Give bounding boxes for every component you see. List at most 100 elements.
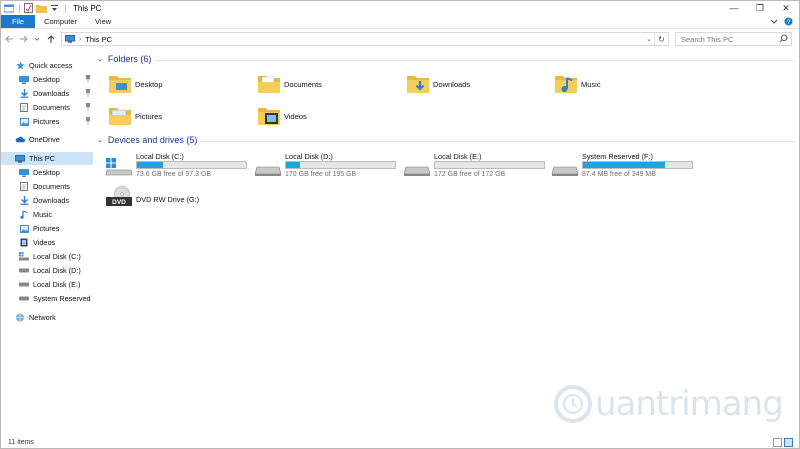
nav-pc-desktop[interactable]: Desktop [1,166,93,179]
pin-icon[interactable] [85,117,91,125]
collapse-chevron-icon[interactable]: ⌄ [97,55,103,63]
folder-music[interactable]: Music [554,70,694,98]
back-arrow-icon[interactable] [3,32,15,46]
drive-local-disk-e[interactable]: Local Disk (E:) 172 GB free of 172 GB [403,152,548,182]
folder-label: Videos [284,111,307,121]
new-folder-icon[interactable] [36,3,47,14]
drive-usage-bar [434,161,545,169]
folder-pictures[interactable]: Pictures [108,102,248,130]
drive-local-disk-d[interactable]: Local Disk (D:) 170 GB free of 195 GB [254,152,399,182]
tab-view[interactable]: View [86,15,120,28]
downloads-icon [19,196,29,205]
nav-pc-pictures[interactable]: Pictures [1,222,93,235]
folder-videos[interactable]: Videos [257,102,397,130]
hard-drive-icon [254,166,282,176]
nav-pc-local-disk-c[interactable]: Local Disk (C:) [1,250,93,263]
drive-name: System Reserved (F:) [582,152,653,161]
drive-system-reserved-f[interactable]: System Reserved (F:) 87.4 MB free of 349… [551,152,696,182]
address-dropdown-chevron-icon[interactable]: ⌄ [646,33,652,45]
nav-quick-access[interactable]: Quick access [1,59,93,72]
properties-icon[interactable] [23,3,34,14]
nav-label: Downloads [33,89,70,98]
search-input[interactable] [676,33,776,45]
nav-label: OneDrive [29,135,60,144]
maximize-button[interactable]: ❐ [747,1,773,15]
nav-quick-documents[interactable]: Documents [1,101,93,114]
folder-documents[interactable]: Documents [257,70,397,98]
watermark-clock-icon [554,385,592,423]
help-icon[interactable]: ? [784,17,793,28]
svg-text:?: ? [787,19,791,26]
pin-icon[interactable] [85,89,91,97]
network-icon [15,313,25,322]
svg-text:DVD: DVD [112,199,126,206]
close-button[interactable]: ✕ [773,1,799,15]
section-divider [199,141,795,142]
nav-label: Downloads [33,196,70,205]
expand-ribbon-chevron-down-icon[interactable] [770,18,778,27]
nav-quick-desktop[interactable]: Desktop [1,73,93,86]
nav-label: Pictures [33,117,60,126]
window-app-icon [3,3,14,14]
ribbon-right-controls: ? [770,15,793,29]
drives-section-header[interactable]: ⌄ Devices and drives (5) [97,135,795,145]
desktop-icon [19,168,29,177]
drive-usage-bar [582,161,693,169]
pin-icon[interactable] [85,75,91,83]
hard-drive-icon [19,280,29,289]
nav-pc-local-disk-e[interactable]: Local Disk (E:) [1,278,93,291]
file-explorer-window: This PC — ❐ ✕ File Computer View ? › Thi… [0,0,800,449]
this-pc-icon [65,35,75,43]
star-icon [15,61,25,70]
nav-this-pc[interactable]: This PC [1,152,93,165]
search-box[interactable] [675,32,792,46]
nav-pc-local-disk-d[interactable]: Local Disk (D:) [1,264,93,277]
drive-usage-bar [285,161,396,169]
breadcrumb-this-pc[interactable]: This PC [85,35,112,44]
folders-section-header[interactable]: ⌄ Folders (6) [97,54,795,64]
nav-pc-music[interactable]: Music [1,208,93,221]
nav-quick-downloads[interactable]: Downloads [1,87,93,100]
view-toggle [773,438,793,447]
nav-onedrive[interactable]: OneDrive [1,133,93,146]
drive-local-disk-c[interactable]: Local Disk (C:) 73.6 GB free of 97.3 GB [105,152,250,182]
nav-label: Local Disk (D:) [33,266,81,275]
folder-downloads[interactable]: Downloads [406,70,546,98]
title-bar: This PC — ❐ ✕ [1,1,799,15]
hard-drive-icon [19,266,29,275]
nav-network[interactable]: Network [1,311,93,324]
refresh-button[interactable]: ↻ [654,33,668,45]
details-view-button[interactable] [773,438,782,447]
pin-icon[interactable] [85,103,91,111]
up-arrow-icon[interactable] [45,32,57,46]
recent-locations-chevron-icon[interactable] [31,32,43,46]
documents-icon [19,103,29,112]
nav-label: System Reserved (F: [33,294,93,303]
tab-file[interactable]: File [1,15,36,28]
nav-pc-videos[interactable]: Videos [1,236,93,249]
folder-desktop[interactable]: Desktop [108,70,248,98]
folder-label: Desktop [135,79,163,89]
nav-pc-system-reserved[interactable]: System Reserved (F: [1,292,93,305]
nav-pc-downloads[interactable]: Downloads [1,194,93,207]
address-bar[interactable]: › This PC ⌄ ↻ [61,32,669,46]
drive-name: Local Disk (E:) [434,152,482,161]
collapse-chevron-icon[interactable]: ⌄ [97,136,103,144]
tab-computer[interactable]: Computer [35,15,86,28]
forward-arrow-icon[interactable] [17,32,29,46]
nav-label: Music [33,210,53,219]
nav-pc-documents[interactable]: Documents [1,180,93,193]
downloads-folder-icon [407,76,429,93]
nav-quick-pictures[interactable]: Pictures [1,115,93,128]
documents-icon [19,182,29,191]
cloud-icon [15,135,25,144]
folder-label: Downloads [433,79,471,89]
customize-toolbar-chevron-icon[interactable] [49,3,60,14]
drive-dvd-rw-g[interactable]: DVD DVD RW Drive (G:) [105,186,250,216]
drive-free-space: 172 GB free of 172 GB [434,171,506,178]
breadcrumb-separator[interactable]: › [79,36,81,43]
large-icons-view-button[interactable] [784,438,793,447]
minimize-button[interactable]: — [721,1,747,15]
hard-drive-icon [551,166,579,176]
system-drive-icon [105,158,133,176]
